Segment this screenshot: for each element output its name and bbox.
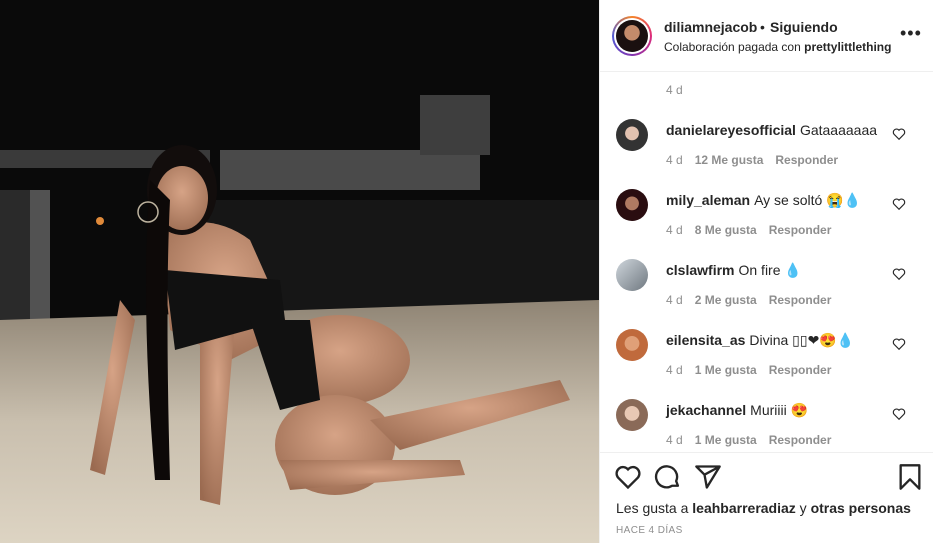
comment-time: 4 d xyxy=(666,363,683,377)
heart-icon[interactable] xyxy=(892,267,906,281)
comment-likes[interactable]: 1 Me gusta xyxy=(695,363,757,377)
commenter-username[interactable]: clslawfirm xyxy=(666,262,734,278)
commenter-avatar[interactable] xyxy=(616,119,648,151)
comment-item: mily_aleman Ay se soltó 😭💧 4 d 8 Me gusta R… xyxy=(600,180,933,250)
more-horizontal-icon[interactable]: ••• xyxy=(900,24,922,42)
comment-likes[interactable]: 2 Me gusta xyxy=(695,293,757,307)
comment-likes[interactable]: 1 Me gusta xyxy=(695,433,757,447)
comment-item: danielareyesofficial Gataaaaaaa 4 d 12 Me … xyxy=(600,110,933,180)
comment-item: clslawfirm On fire 💧 4 d 2 Me gusta Respond… xyxy=(600,250,933,320)
comment-icon[interactable] xyxy=(654,463,682,491)
reply-button[interactable]: Responder xyxy=(769,293,832,307)
comment-likes[interactable]: 8 Me gusta xyxy=(695,223,757,237)
likes-summary: Les gusta a leahbarreradiaz y otras pers… xyxy=(616,500,911,516)
commenter-avatar[interactable] xyxy=(616,329,648,361)
other-likers-link[interactable]: otras personas xyxy=(811,500,911,516)
post-image xyxy=(0,0,599,543)
heart-icon[interactable] xyxy=(892,407,906,421)
heart-icon[interactable] xyxy=(892,337,906,351)
comment-item: eilensita_as Divina ▯▯❤😍💧 4 d 1 Me gusta Re… xyxy=(600,320,933,390)
heart-icon[interactable] xyxy=(614,463,642,491)
paid-partner-link[interactable]: prettylittlething xyxy=(804,40,891,54)
comment-time: 4 d xyxy=(666,433,683,447)
share-icon[interactable] xyxy=(694,463,722,491)
post-photo[interactable] xyxy=(0,0,599,543)
comment-text: On fire 💧 xyxy=(738,262,802,278)
comment-text: Muriiii 😍 xyxy=(750,402,809,418)
heart-icon[interactable] xyxy=(892,127,906,141)
commenter-username[interactable]: danielareyesofficial xyxy=(666,122,796,138)
author-username[interactable]: diliamnejacob xyxy=(664,19,757,35)
post-header: diliamnejacob • Siguiendo Colaboración p… xyxy=(600,0,933,72)
post-actions: Les gusta a leahbarreradiaz y otras pers… xyxy=(600,452,933,543)
paid-partnership-label: Colaboración pagada con prettylittlethin… xyxy=(664,40,892,54)
comment-text: Gataaaaaaa xyxy=(799,122,878,138)
reply-button[interactable]: Responder xyxy=(775,153,838,167)
reply-button[interactable]: Responder xyxy=(769,223,832,237)
comment-text: Ay se soltó 😭💧 xyxy=(754,192,862,208)
commenter-username[interactable]: jekachannel xyxy=(666,402,746,418)
commenter-avatar[interactable] xyxy=(616,189,648,221)
comment-text: Divina ▯▯❤😍💧 xyxy=(749,332,855,348)
comment-time: 4 d xyxy=(666,153,683,167)
commenter-avatar[interactable] xyxy=(616,259,648,291)
separator-dot: • xyxy=(760,19,765,35)
reply-button[interactable]: Responder xyxy=(769,433,832,447)
comment-item: jekachannel Muriiii 😍 4 d 1 Me gusta Respon… xyxy=(600,390,933,460)
reply-button[interactable]: Responder xyxy=(769,363,832,377)
commenter-username[interactable]: mily_aleman xyxy=(666,192,750,208)
bookmark-icon[interactable] xyxy=(896,463,924,491)
comment-time: 4 d xyxy=(666,293,683,307)
caption-timestamp: 4 d xyxy=(666,83,683,97)
commenter-username[interactable]: eilensita_as xyxy=(666,332,745,348)
author-avatar[interactable] xyxy=(612,16,652,56)
comment-time: 4 d xyxy=(666,223,683,237)
post-date: HACE 4 DÍAS xyxy=(616,525,683,536)
post-side-panel: diliamnejacob • Siguiendo Colaboración p… xyxy=(599,0,933,543)
heart-icon[interactable] xyxy=(892,197,906,211)
comment-likes[interactable]: 12 Me gusta xyxy=(695,153,764,167)
liker-username[interactable]: leahbarreradiaz xyxy=(692,500,796,516)
commenter-avatar[interactable] xyxy=(616,399,648,431)
follow-status-button[interactable]: Siguiendo xyxy=(770,19,838,35)
